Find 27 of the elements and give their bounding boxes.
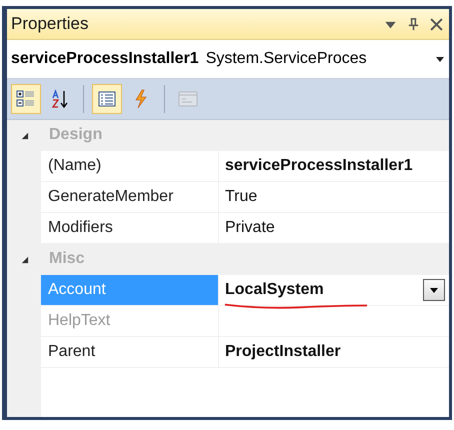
property-pages-icon — [178, 89, 198, 109]
object-type: System.ServiceProces — [206, 50, 368, 68]
pin-icon[interactable] — [407, 18, 420, 30]
property-value: ProjectInstaller — [225, 343, 341, 361]
property-value: True — [225, 188, 258, 206]
close-icon[interactable] — [430, 18, 443, 30]
property-name[interactable]: (Name) — [41, 151, 219, 181]
property-name[interactable]: GenerateMember — [41, 182, 219, 212]
sort-az-icon — [50, 89, 70, 109]
category-label: Design — [48, 126, 102, 144]
property-value: LocalSystem — [225, 281, 324, 299]
property-value: serviceProcessInstaller1 — [225, 157, 413, 175]
categorized-icon — [16, 89, 36, 109]
collapse-triangle-icon[interactable] — [20, 130, 28, 140]
category-label: Misc — [48, 250, 85, 268]
properties-button[interactable] — [92, 84, 122, 114]
property-name[interactable]: Modifiers — [41, 213, 219, 243]
window-title: Properties — [11, 14, 90, 34]
categorized-button[interactable] — [11, 84, 41, 114]
property-value: Private — [225, 219, 275, 237]
collapse-triangle-icon[interactable] — [20, 254, 28, 264]
object-name: serviceProcessInstaller1 — [11, 50, 199, 68]
dropdown-arrow-icon — [429, 285, 439, 295]
dropdown-arrow-icon[interactable] — [435, 54, 445, 64]
property-list-icon — [97, 89, 117, 109]
dropdown-button[interactable] — [423, 279, 445, 301]
property-name[interactable]: Parent — [41, 337, 219, 367]
